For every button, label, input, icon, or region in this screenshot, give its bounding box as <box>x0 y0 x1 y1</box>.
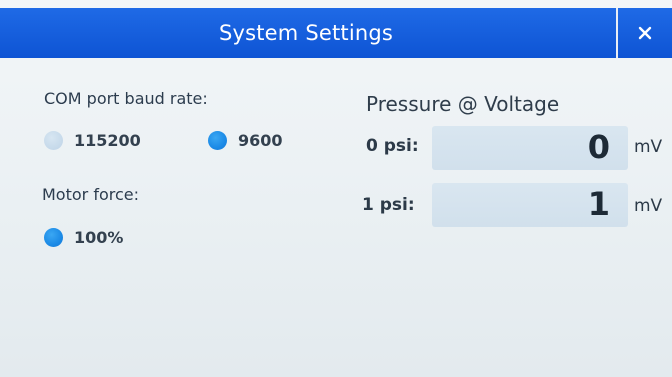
baud-option-115200[interactable]: 115200 <box>44 131 141 150</box>
voltage-field-1psi[interactable]: 1 <box>432 183 628 227</box>
pressure-voltage-title: Pressure @ Voltage <box>366 92 560 116</box>
motor-option-label: 100% <box>74 228 124 247</box>
voltage-field-0psi[interactable]: 0 <box>432 126 628 170</box>
voltage-value: 1 <box>587 185 610 223</box>
psi-1-label: 1 psi: <box>362 195 415 215</box>
radio-unselected-icon <box>44 131 63 150</box>
window-title: System Settings <box>218 21 394 45</box>
baud-option-label: 9600 <box>238 131 283 150</box>
baud-option-9600[interactable]: 9600 <box>208 131 283 150</box>
motor-force-label: Motor force: <box>42 185 139 204</box>
close-button[interactable] <box>616 8 672 58</box>
unit-label: mV <box>634 196 663 216</box>
psi-0-label: 0 psi: <box>366 136 419 156</box>
system-settings-dialog: System Settings COM port baud rate: 1152… <box>0 0 672 377</box>
motor-option-100[interactable]: 100% <box>44 228 123 247</box>
close-icon <box>638 26 652 40</box>
unit-label: mV <box>634 137 663 157</box>
radio-selected-icon <box>208 131 227 150</box>
baud-option-label: 115200 <box>74 131 141 150</box>
baud-rate-label: COM port baud rate: <box>44 89 208 108</box>
voltage-value: 0 <box>587 128 610 166</box>
title-bar: System Settings <box>0 8 672 58</box>
radio-selected-icon <box>44 228 63 247</box>
